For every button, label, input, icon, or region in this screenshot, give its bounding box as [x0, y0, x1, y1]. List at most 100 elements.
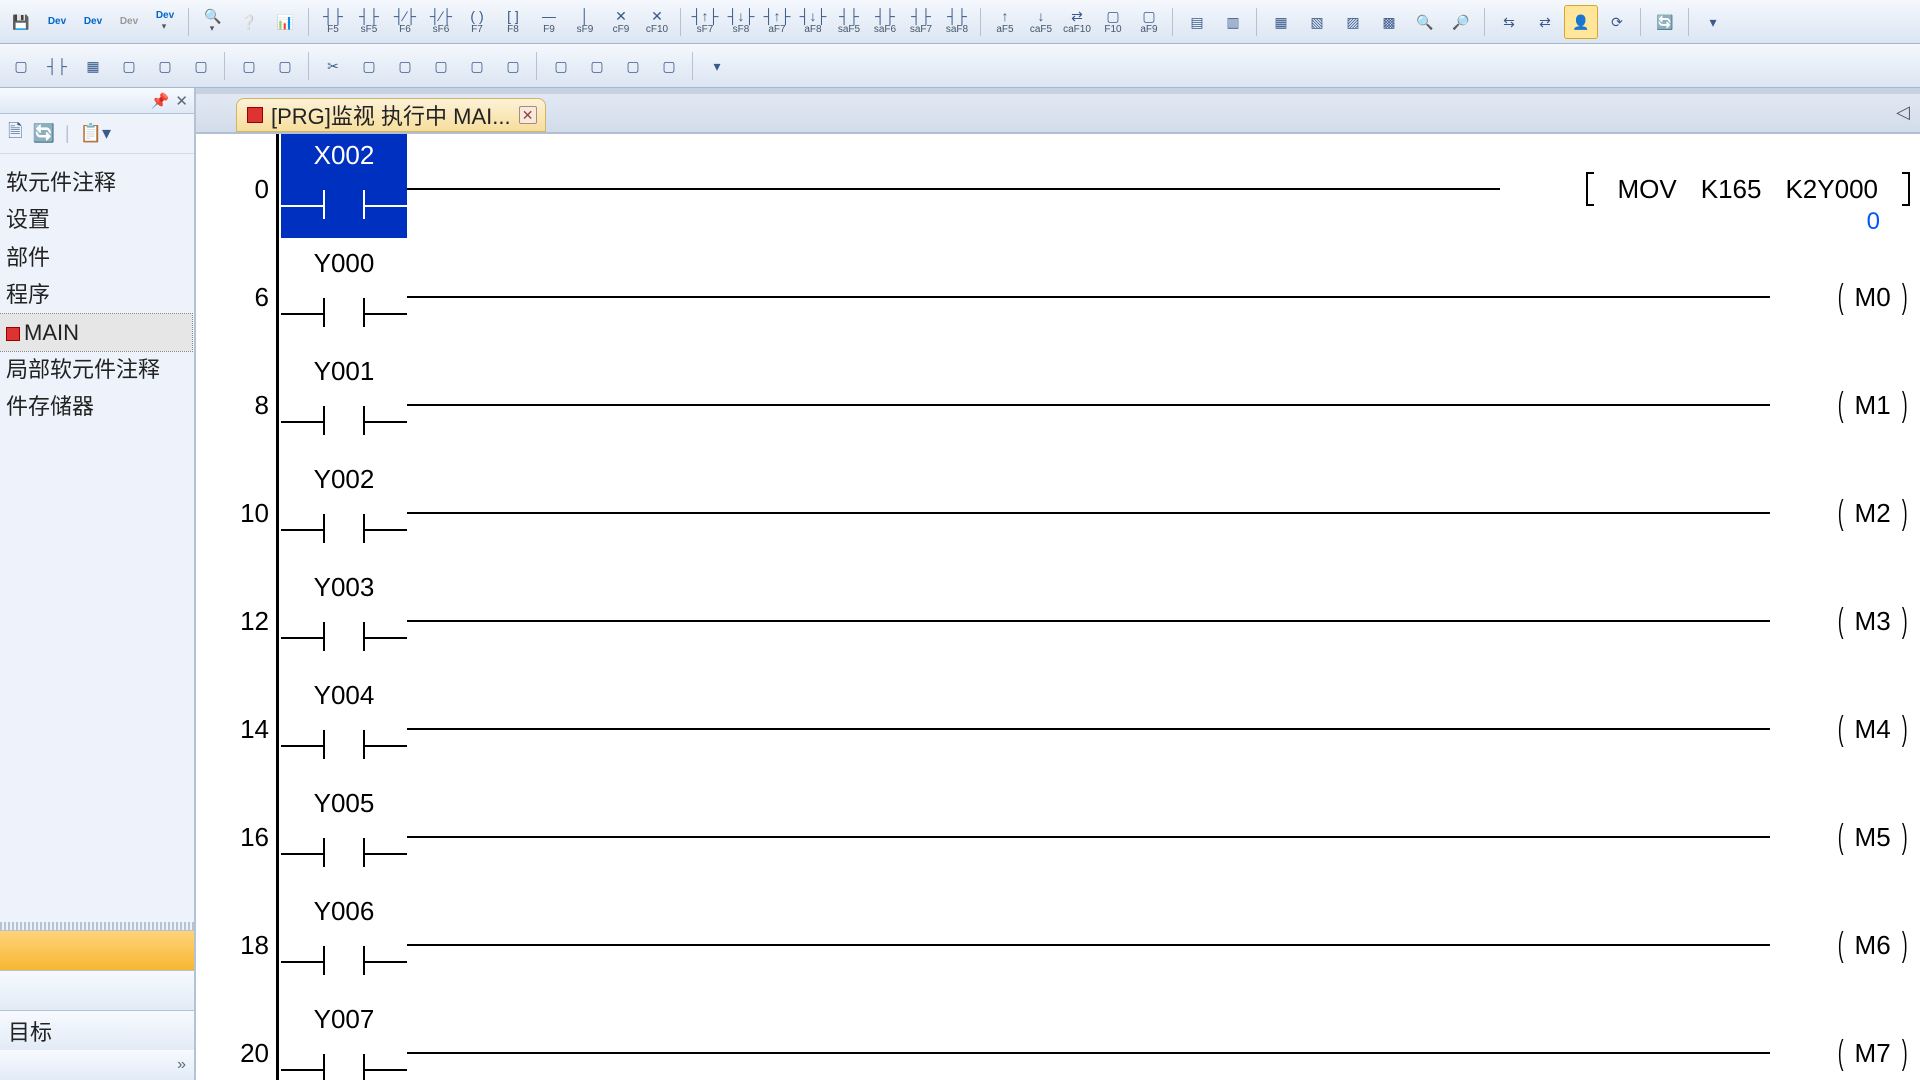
tb2-10-icon[interactable]: ▢ [388, 49, 422, 83]
tb-func-f8-icon[interactable]: [ ]F8 [496, 5, 530, 39]
ladder-rung[interactable]: 14Y004(M4) [276, 674, 1910, 782]
ladder-rung[interactable]: 18Y006(M6) [276, 890, 1910, 998]
tb-coil-f7-icon[interactable]: ( )F7 [460, 5, 494, 39]
tree-item[interactable]: 软元件注释 [0, 164, 192, 201]
tb-af5-icon[interactable]: ↑aF5 [988, 5, 1022, 39]
tb2-17-icon[interactable]: ▢ [652, 49, 686, 83]
tree-tool-1-icon[interactable]: 🗎 [8, 119, 22, 149]
tb-misc4-icon[interactable]: ▧ [1300, 5, 1334, 39]
tb-contact-branch-icon[interactable]: ┤├sF5 [352, 5, 386, 39]
tb2-8-icon[interactable]: ▢ [268, 49, 302, 83]
contact[interactable]: X002 [281, 134, 407, 238]
tree-item[interactable]: 部件 [0, 239, 192, 276]
tb2-1-icon[interactable]: ▢ [4, 49, 38, 83]
tb-caf10-icon[interactable]: ⇄caF10 [1060, 5, 1094, 39]
tb-help-icon[interactable]: ❔ [232, 5, 266, 39]
tb-af8-icon[interactable]: ┤↓├aF8 [796, 5, 830, 39]
ladder-rung[interactable]: 20Y007(M7) [276, 998, 1910, 1080]
tb-dev2-icon[interactable]: Dev [76, 5, 110, 39]
contact[interactable]: Y007 [281, 998, 407, 1080]
panel-splitter[interactable] [0, 922, 194, 930]
tb2-7-icon[interactable]: ▢ [232, 49, 266, 83]
tb-contact-nc-icon[interactable]: ┤∕├F6 [388, 5, 422, 39]
tb-misc7-icon[interactable]: ⇆ [1492, 5, 1526, 39]
tree-tool-3-icon[interactable]: 📋▾ [80, 123, 111, 144]
coil-output[interactable]: (M7) [1835, 1034, 1910, 1073]
ladder-rung[interactable]: 0X002MOVK165K2Y0000 [276, 134, 1910, 242]
tree-item[interactable]: 件存储器 [0, 388, 192, 425]
tb2-15-icon[interactable]: ▢ [580, 49, 614, 83]
tb-saf5-icon[interactable]: ┤├saF5 [832, 5, 866, 39]
tb-caf5-icon[interactable]: ↓caF5 [1024, 5, 1058, 39]
ladder-rung[interactable]: 6Y000(M0) [276, 242, 1910, 350]
tree-item[interactable]: 局部软元件注释 [0, 351, 192, 388]
tb-zoom2-icon[interactable]: 🔎 [1444, 5, 1478, 39]
accordion-item-target[interactable]: 目标 [0, 1010, 194, 1050]
tree-tool-2-icon[interactable]: 🔄 [32, 123, 54, 144]
tb-line-f9-icon[interactable]: —F9 [532, 5, 566, 39]
tb-misc9-icon[interactable]: ⟳ [1600, 5, 1634, 39]
tb2-14-icon[interactable]: ▢ [544, 49, 578, 83]
tb-contact-nc-branch-icon[interactable]: ┤∕├sF6 [424, 5, 458, 39]
tb-rise-sf7-icon[interactable]: ┤↑├sF7 [688, 5, 722, 39]
tb-vline-sf9-icon[interactable]: │sF9 [568, 5, 602, 39]
ladder-rung[interactable]: 10Y002(M2) [276, 458, 1910, 566]
contact[interactable]: Y005 [281, 782, 407, 886]
tb-del-cf10-icon[interactable]: ✕cF10 [640, 5, 674, 39]
coil-output[interactable]: (M4) [1835, 710, 1910, 749]
coil-output[interactable]: (M5) [1835, 818, 1910, 857]
document-tab[interactable]: [PRG]监视 执行中 MAI... ✕ [236, 98, 546, 132]
tab-close-icon[interactable]: ✕ [519, 106, 537, 124]
contact[interactable]: Y006 [281, 890, 407, 994]
tb-zoom-icon[interactable]: 🔍 [1408, 5, 1442, 39]
tb2-dd-icon[interactable]: ▾ [700, 49, 734, 83]
tb-search-icon[interactable]: 🔍▾ [196, 5, 230, 39]
tb-dropdown-end-icon[interactable]: ▾ [1696, 5, 1730, 39]
tb-misc3-icon[interactable]: ▦ [1264, 5, 1298, 39]
tb-misc5-icon[interactable]: ▨ [1336, 5, 1370, 39]
panel-close-icon[interactable]: ✕ [175, 92, 188, 110]
tree-item[interactable]: 设置 [0, 201, 192, 238]
pin-icon[interactable]: 📌 [151, 92, 170, 110]
coil-output[interactable]: (M2) [1835, 494, 1910, 533]
tb-af9-icon[interactable]: ▢aF9 [1132, 5, 1166, 39]
tb-contact-no-icon[interactable]: ┤├F5 [316, 5, 350, 39]
accordion-item-1[interactable] [0, 930, 194, 970]
coil-output[interactable]: (M1) [1835, 386, 1910, 425]
tb-del-cf9-icon[interactable]: ✕cF9 [604, 5, 638, 39]
tb2-11-icon[interactable]: ▢ [424, 49, 458, 83]
contact[interactable]: Y003 [281, 566, 407, 670]
tb-saf7-icon[interactable]: ┤├saF7 [904, 5, 938, 39]
tb-fall-sf8-icon[interactable]: ┤↓├sF8 [724, 5, 758, 39]
contact[interactable]: Y004 [281, 674, 407, 778]
tb2-16-icon[interactable]: ▢ [616, 49, 650, 83]
tb-saf6-icon[interactable]: ┤├saF6 [868, 5, 902, 39]
tb2-5-icon[interactable]: ▢ [148, 49, 182, 83]
tb2-9-icon[interactable]: ▢ [352, 49, 386, 83]
tb-chart-icon[interactable]: 📊 [268, 5, 302, 39]
tree-item[interactable]: 程序 [0, 276, 192, 313]
coil-output[interactable]: (M0) [1835, 278, 1910, 317]
tb-saf8-icon[interactable]: ┤├saF8 [940, 5, 974, 39]
tb-misc2-icon[interactable]: ▥ [1216, 5, 1250, 39]
tb-misc8-icon[interactable]: ⇄ [1528, 5, 1562, 39]
tb2-cut-icon[interactable]: ✂ [316, 49, 350, 83]
tb-refresh-icon[interactable]: 🔄 [1648, 5, 1682, 39]
ladder-canvas[interactable]: 0X002MOVK165K2Y00006Y000(M0)8Y001(M1)10Y… [196, 134, 1920, 1080]
tb2-4-icon[interactable]: ▢ [112, 49, 146, 83]
tb-save-icon[interactable]: 💾 [4, 5, 38, 39]
tb-misc6-icon[interactable]: ▩ [1372, 5, 1406, 39]
tb2-12-icon[interactable]: ▢ [460, 49, 494, 83]
tb-monitor-icon[interactable]: 👤 [1564, 5, 1598, 39]
tree-item-main[interactable]: MAIN [0, 314, 192, 351]
function-instruction[interactable]: MOVK165K2Y000 [1586, 172, 1911, 206]
tb2-6-icon[interactable]: ▢ [184, 49, 218, 83]
contact[interactable]: Y000 [281, 242, 407, 346]
tb-dev4-icon[interactable]: Dev▾ [148, 5, 182, 39]
tb2-3-icon[interactable]: ▦ [76, 49, 110, 83]
tb-af7-icon[interactable]: ┤↑├aF7 [760, 5, 794, 39]
tb2-13-icon[interactable]: ▢ [496, 49, 530, 83]
ladder-rung[interactable]: 12Y003(M3) [276, 566, 1910, 674]
tb-f10-icon[interactable]: ▢F10 [1096, 5, 1130, 39]
tb2-2-icon[interactable]: ┤├ [40, 49, 74, 83]
